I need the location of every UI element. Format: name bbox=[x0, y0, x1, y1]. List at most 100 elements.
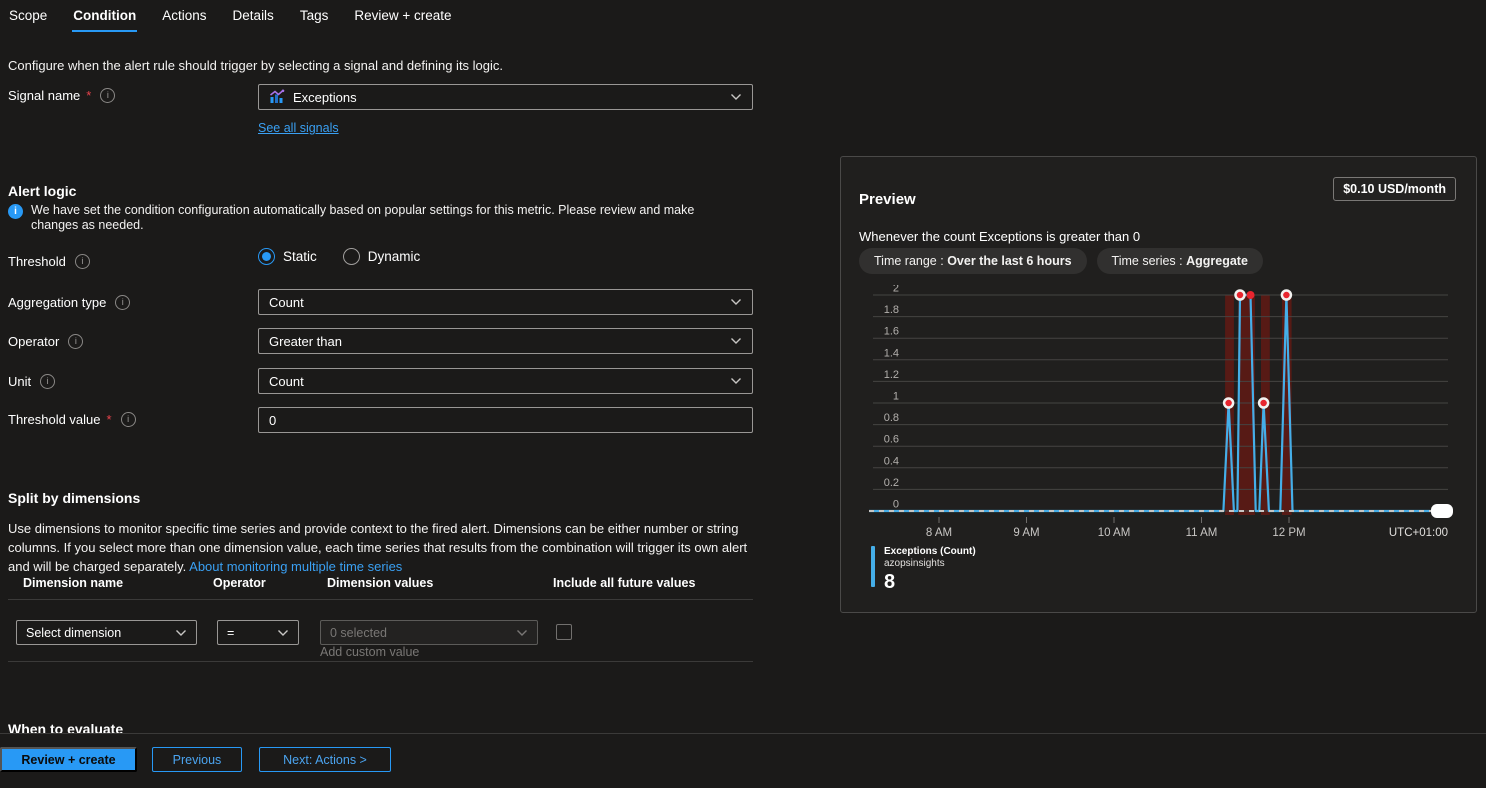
tab-review-create[interactable]: Review + create bbox=[353, 5, 452, 32]
cost-badge: $0.10 USD/month bbox=[1333, 177, 1456, 201]
column-dimension-name: Dimension name bbox=[23, 576, 123, 590]
info-banner-text: We have set the condition configuration … bbox=[31, 203, 734, 233]
data-point-marker[interactable] bbox=[1247, 291, 1255, 299]
threshold-label: Threshold i bbox=[8, 254, 90, 269]
see-all-signals-link[interactable]: See all signals bbox=[258, 121, 339, 135]
info-icon[interactable]: i bbox=[115, 295, 130, 310]
threshold-radio-group: Static Dynamic bbox=[258, 248, 420, 265]
chart-legend[interactable]: Exceptions (Count) azopsinsights 8 bbox=[871, 546, 976, 593]
signal-name-dropdown[interactable]: Exceptions bbox=[258, 84, 753, 110]
alert-fired-marker[interactable] bbox=[1236, 291, 1245, 300]
chevron-down-icon bbox=[730, 93, 742, 101]
info-icon[interactable]: i bbox=[40, 374, 55, 389]
threshold-value-input[interactable]: 0 bbox=[258, 407, 753, 433]
aggregation-type-value: Count bbox=[269, 295, 304, 310]
alert-fired-marker[interactable] bbox=[1259, 399, 1268, 408]
unit-value: Count bbox=[269, 374, 304, 389]
pane-description: Configure when the alert rule should tri… bbox=[8, 58, 503, 73]
divider bbox=[8, 599, 753, 600]
unit-dropdown[interactable]: Count bbox=[258, 368, 753, 394]
y-axis-label: 1 bbox=[893, 391, 899, 403]
chevron-down-icon bbox=[277, 629, 289, 637]
legend-total-count: 8 bbox=[884, 571, 976, 593]
dimension-operator-dropdown[interactable]: = bbox=[217, 620, 299, 645]
chevron-down-icon bbox=[730, 377, 742, 385]
required-asterisk: * bbox=[107, 412, 112, 427]
time-range-chip[interactable]: Time range : Over the last 6 hours bbox=[859, 248, 1087, 274]
threshold-value-text: 0 bbox=[269, 413, 276, 428]
info-banner: i We have set the condition configuratio… bbox=[8, 203, 734, 233]
metric-signal-icon bbox=[269, 89, 285, 105]
preview-card: Preview $0.10 USD/month Whenever the cou… bbox=[840, 156, 1477, 613]
add-custom-value-link[interactable]: Add custom value bbox=[320, 645, 419, 659]
when-to-evaluate-heading: When to evaluate bbox=[8, 721, 123, 737]
info-icon[interactable]: i bbox=[68, 334, 83, 349]
info-filled-icon: i bbox=[8, 204, 23, 219]
radio-static[interactable]: Static bbox=[258, 248, 317, 265]
threshold-handle[interactable] bbox=[1431, 504, 1453, 518]
chevron-down-icon bbox=[730, 298, 742, 306]
operator-dropdown[interactable]: Greater than bbox=[258, 328, 753, 354]
time-series-chip[interactable]: Time series : Aggregate bbox=[1097, 248, 1263, 274]
chevron-down-icon bbox=[730, 337, 742, 345]
wizard-tabs: Scope Condition Actions Details Tags Rev… bbox=[8, 5, 453, 32]
threshold-value-label: Threshold value * i bbox=[8, 412, 136, 427]
preview-summary: Whenever the count Exceptions is greater… bbox=[859, 229, 1140, 244]
condition-pane: Scope Condition Actions Details Tags Rev… bbox=[0, 0, 1486, 788]
preview-chips: Time range : Over the last 6 hours Time … bbox=[859, 248, 1263, 274]
y-axis-label: 0.8 bbox=[884, 412, 899, 424]
aggregation-type-label: Aggregation type i bbox=[8, 295, 130, 310]
split-dimensions-description: Use dimensions to monitor specific time … bbox=[8, 519, 750, 576]
preview-title: Preview bbox=[859, 191, 916, 208]
dimension-values-placeholder: 0 selected bbox=[330, 626, 387, 640]
operator-value: Greater than bbox=[269, 334, 342, 349]
x-axis-label: 12 PM bbox=[1272, 527, 1305, 539]
alert-fired-marker[interactable] bbox=[1224, 399, 1233, 408]
footer-divider bbox=[0, 733, 1486, 734]
y-axis-label: 2 bbox=[893, 285, 899, 295]
required-asterisk: * bbox=[86, 88, 91, 103]
x-axis-label: 10 AM bbox=[1098, 527, 1131, 539]
chevron-down-icon bbox=[175, 629, 187, 637]
include-future-values-checkbox[interactable] bbox=[556, 624, 572, 640]
y-axis-label: 1.2 bbox=[884, 369, 899, 381]
tab-tags[interactable]: Tags bbox=[299, 5, 330, 32]
alert-fired-marker[interactable] bbox=[1282, 291, 1291, 300]
x-axis-label: 11 AM bbox=[1186, 527, 1218, 539]
dimension-values-dropdown[interactable]: 0 selected bbox=[320, 620, 538, 645]
info-icon[interactable]: i bbox=[121, 412, 136, 427]
signal-name-label: Signal name * i bbox=[8, 88, 115, 103]
unit-label: Unit i bbox=[8, 374, 55, 389]
column-include-future: Include all future values bbox=[553, 576, 695, 590]
monitoring-multiple-series-link[interactable]: About monitoring multiple time series bbox=[189, 559, 402, 574]
info-icon[interactable]: i bbox=[100, 88, 115, 103]
tab-details[interactable]: Details bbox=[232, 5, 275, 32]
y-axis-label: 0.2 bbox=[884, 477, 899, 489]
radio-dynamic[interactable]: Dynamic bbox=[343, 248, 421, 265]
x-axis-label: 8 AM bbox=[926, 527, 952, 539]
metric-preview-chart: 00.20.40.60.811.21.41.61.828 AM9 AM10 AM… bbox=[841, 285, 1478, 545]
y-axis-label: 1.4 bbox=[884, 347, 899, 359]
legend-resource-name: azopsinsights bbox=[884, 558, 976, 570]
legend-color-bar bbox=[871, 546, 875, 587]
tab-condition[interactable]: Condition bbox=[72, 5, 137, 32]
operator-label: Operator i bbox=[8, 334, 83, 349]
split-dimensions-heading: Split by dimensions bbox=[8, 490, 140, 506]
legend-series-name: Exceptions (Count) bbox=[884, 546, 976, 558]
info-icon[interactable]: i bbox=[75, 254, 90, 269]
previous-button[interactable]: Previous bbox=[152, 747, 242, 772]
next-actions-button[interactable]: Next: Actions > bbox=[259, 747, 391, 772]
y-axis-label: 0.4 bbox=[884, 455, 899, 467]
y-axis-label: 0.6 bbox=[884, 434, 899, 446]
aggregation-type-dropdown[interactable]: Count bbox=[258, 289, 753, 315]
dimension-name-dropdown[interactable]: Select dimension bbox=[16, 620, 197, 645]
tab-actions[interactable]: Actions bbox=[161, 5, 207, 32]
radio-static-circle bbox=[258, 248, 275, 265]
tab-scope[interactable]: Scope bbox=[8, 5, 48, 32]
dimension-operator-value: = bbox=[227, 626, 234, 640]
chevron-down-icon bbox=[516, 629, 528, 637]
review-create-button[interactable]: Review + create bbox=[0, 747, 137, 772]
column-dimension-values: Dimension values bbox=[327, 576, 433, 590]
dimension-placeholder: Select dimension bbox=[26, 626, 121, 640]
y-axis-label: 1.8 bbox=[884, 304, 899, 316]
